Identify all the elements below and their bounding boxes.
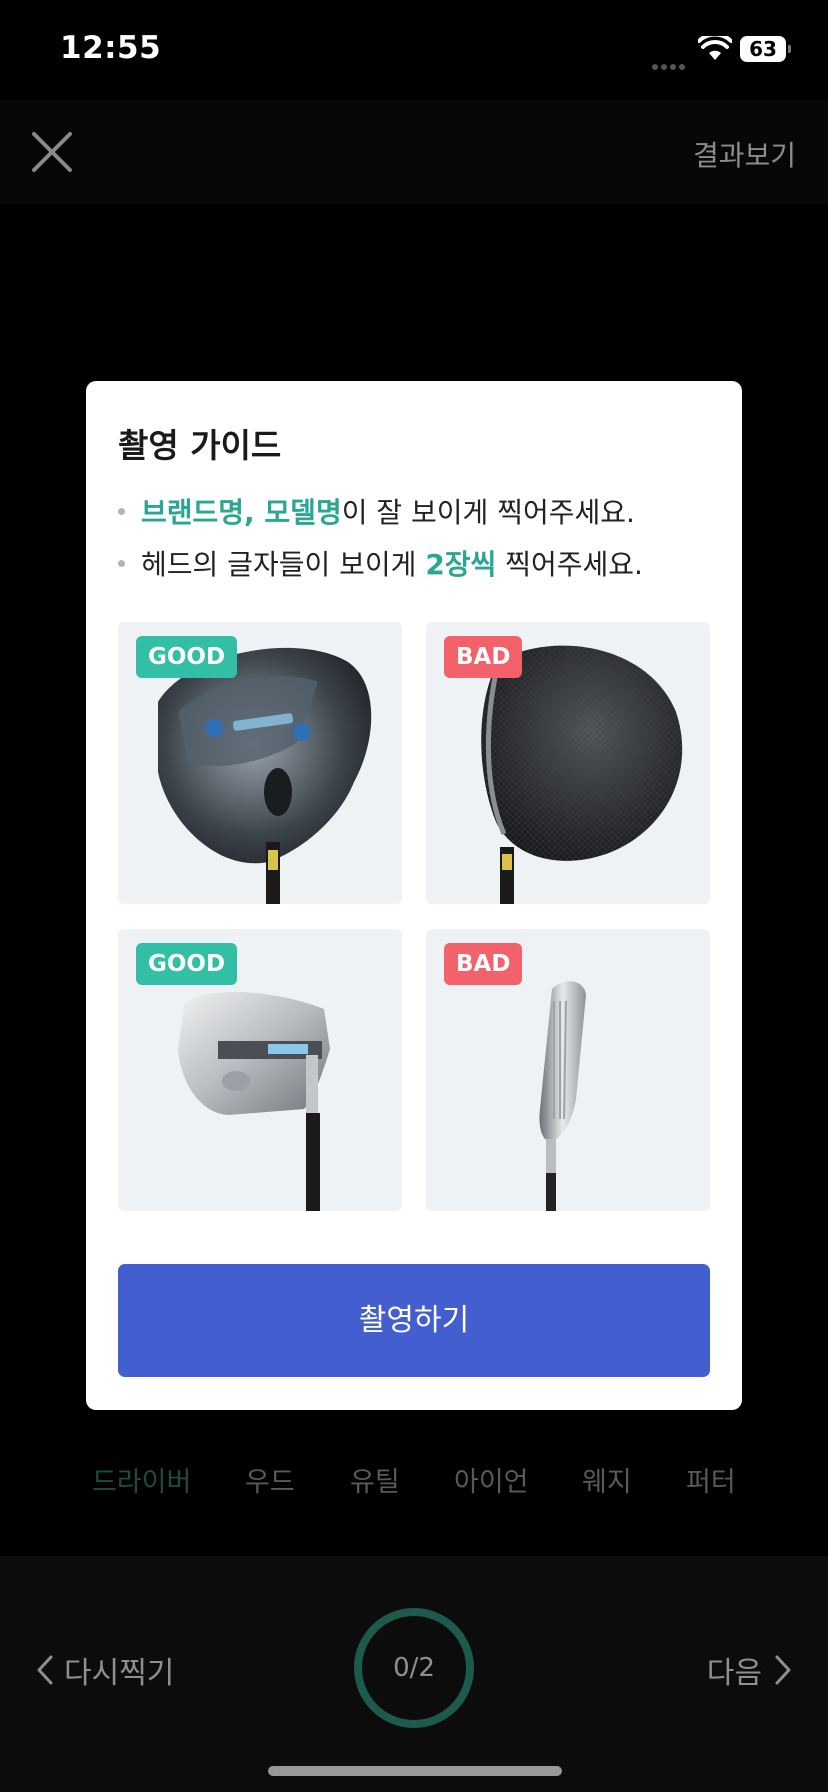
guide-text-2b: 찍어주세요. <box>496 548 643 581</box>
guide-bullet-1: 브랜드명, 모델명 이 잘 보이게 찍어주세요. <box>118 491 635 531</box>
close-icon[interactable] <box>28 128 76 176</box>
guide-highlight-count: 2장씩 <box>425 548 497 581</box>
example-bad-iron: BAD <box>426 929 710 1211</box>
battery-level: 63 <box>740 36 786 62</box>
guide-text-1: 이 잘 보이게 찍어주세요. <box>341 496 635 529</box>
tab-wedge[interactable]: 웨지 <box>582 1460 632 1499</box>
guide-highlight-brand-model: 브랜드명, 모델명 <box>141 496 342 529</box>
tab-iron[interactable]: 아이언 <box>454 1460 529 1499</box>
home-indicator <box>268 1766 562 1776</box>
bad-badge: BAD <box>444 636 523 678</box>
battery-icon: 63 <box>740 36 791 62</box>
example-bad-driver: BAD <box>426 622 710 904</box>
retake-label: 다시찍기 <box>64 1656 175 1691</box>
retake-button[interactable]: 다시찍기 <box>36 1648 174 1692</box>
view-results-button[interactable]: 결과보기 <box>693 134 796 174</box>
example-good-driver: GOOD <box>118 622 402 904</box>
example-good-iron: GOOD <box>118 929 402 1211</box>
top-bar: 결과보기 <box>0 100 828 204</box>
tab-putter[interactable]: 퍼터 <box>686 1460 736 1499</box>
status-bar: 12:55 63 <box>0 0 828 100</box>
shooting-guide-modal: 촬영 가이드 브랜드명, 모델명 이 잘 보이게 찍어주세요. 헤드의 글자들이 … <box>86 381 742 1410</box>
bottom-bar: 다시찍기 0/2 다음 <box>0 1556 828 1792</box>
good-badge: GOOD <box>136 943 238 985</box>
good-badge: GOOD <box>136 636 238 678</box>
guide-bullet-2: 헤드의 글자들이 보이게 2장씩 찍어주세요. <box>118 543 643 583</box>
tab-utility[interactable]: 유틸 <box>350 1460 400 1499</box>
guide-text-2a: 헤드의 글자들이 보이게 <box>141 548 426 581</box>
tab-driver[interactable]: 드라이버 <box>92 1460 191 1499</box>
bullet-dot <box>118 507 125 515</box>
shoot-button[interactable]: 촬영하기 <box>118 1264 710 1377</box>
next-label: 다음 <box>706 1656 762 1691</box>
chevron-left-icon <box>37 1655 53 1685</box>
status-time: 12:55 <box>60 30 162 66</box>
shutter-button[interactable]: 0/2 <box>354 1608 474 1728</box>
next-button[interactable]: 다음 <box>707 1648 792 1692</box>
cellular-signal-icon <box>652 55 688 74</box>
tab-wood[interactable]: 우드 <box>245 1460 295 1499</box>
chevron-right-icon <box>775 1655 791 1685</box>
wifi-icon <box>698 36 732 60</box>
bullet-dot <box>118 559 125 567</box>
modal-title: 촬영 가이드 <box>118 426 282 465</box>
bad-badge: BAD <box>444 943 523 985</box>
club-category-tabs: 드라이버 우드 유틸 아이언 웨지 퍼터 <box>0 1460 828 1510</box>
photo-counter: 0/2 <box>393 1653 435 1683</box>
